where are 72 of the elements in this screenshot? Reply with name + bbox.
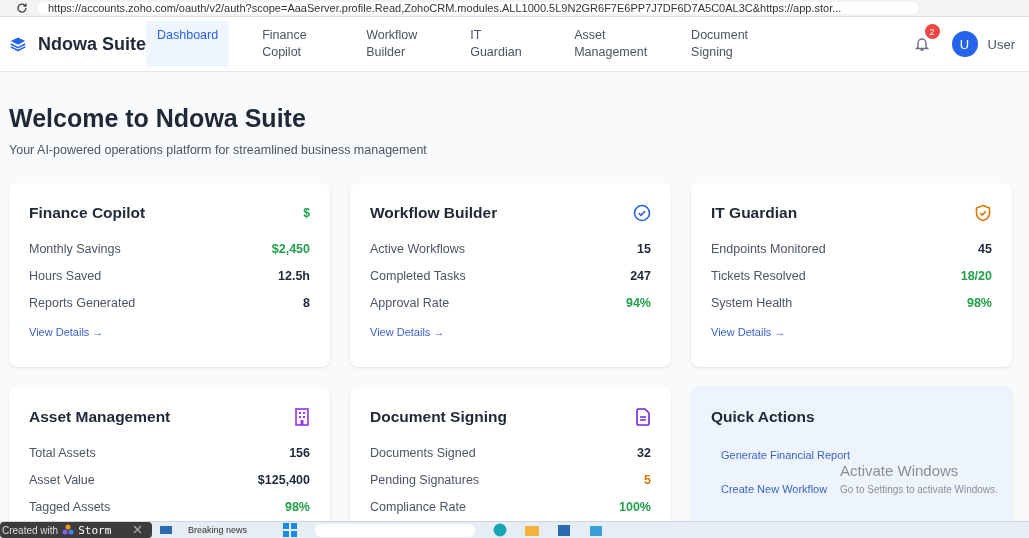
- view-details-link[interactable]: View Details →: [29, 326, 104, 338]
- star-logo-icon: [62, 524, 75, 536]
- stat-value: 15: [637, 241, 651, 256]
- news-widget[interactable]: Breaking news: [188, 525, 248, 535]
- stat-label: Pending Signatures: [370, 472, 480, 487]
- card-title: Workflow Builder: [370, 204, 498, 222]
- stat-label: Total Assets: [29, 445, 96, 460]
- card-title: Finance Copilot: [29, 204, 146, 222]
- stat-label: Asset Value: [29, 472, 95, 487]
- stat-value: 18/20: [960, 268, 992, 283]
- stat-value: 5: [644, 472, 651, 487]
- activation-notice-text: Go to Settings to activate Windows.: [840, 484, 998, 495]
- stat-value: 45: [978, 241, 992, 256]
- shield-icon: [974, 204, 992, 222]
- stat-label: Reports Generated: [29, 295, 136, 310]
- stat-label: Active Workflows: [370, 241, 465, 256]
- stat-label: Approval Rate: [370, 295, 450, 310]
- card-title: Document Signing: [370, 408, 507, 426]
- stat-label: Tagged Assets: [29, 499, 111, 514]
- page-subtitle: Your AI-powered operations platform for streamlined business management: [9, 143, 428, 157]
- toast-brand: Storm: [78, 523, 112, 537]
- nav-tab[interactable]: Finance Copilot: [251, 21, 334, 67]
- stat-label: Tickets Resolved: [711, 268, 806, 283]
- browser-icon[interactable]: [493, 523, 508, 537]
- stat-value: 100%: [619, 499, 651, 514]
- user-name: User: [987, 36, 1015, 52]
- stat-value: 32: [637, 445, 651, 460]
- stat-value: 98%: [284, 499, 310, 514]
- stat-value: 94%: [625, 295, 651, 310]
- stat-value: $125,400: [257, 472, 310, 487]
- stat-value: 12.5h: [278, 268, 310, 283]
- card-title: Quick Actions: [711, 408, 815, 426]
- stat-value: $2,450: [271, 241, 310, 256]
- stat-value: 247: [630, 268, 651, 283]
- stat-value: 8: [303, 295, 310, 310]
- quick-action-link[interactable]: Generate Financial Report: [721, 449, 850, 461]
- app-icon[interactable]: [557, 523, 572, 537]
- dollar-icon: $: [303, 206, 310, 220]
- nav-tab[interactable]: Document Signing: [680, 21, 763, 67]
- stat-label: Compliance Rate: [370, 499, 466, 514]
- address-bar[interactable]: https://accounts.zoho.com/oauth/v2/auth?scope=AaaServer.profile.Read,ZohoCRM.modules.ALL1000.5L9N2GR6F7E6PP7J7DF6D7A5C0AL3C&https://app.stor...: [38, 2, 918, 14]
- notification-badge: 2: [924, 24, 940, 39]
- stat-value: 156: [289, 445, 310, 460]
- stat-value: 98%: [966, 295, 992, 310]
- stat-label: Documents Signed: [370, 445, 476, 460]
- nav-tab[interactable]: Workflow Builder: [355, 21, 438, 67]
- stat-label: Completed Tasks: [370, 268, 466, 283]
- app-icon[interactable]: [589, 523, 604, 537]
- start-icon[interactable]: [283, 523, 298, 537]
- nav-tab[interactable]: Dashboard: [146, 21, 230, 67]
- card-title: Asset Management: [29, 408, 171, 426]
- quick-action-link[interactable]: Create New Workflow: [721, 483, 828, 495]
- toast-text: Created with: [2, 524, 59, 536]
- stat-label: System Health: [711, 295, 793, 310]
- stat-label: Endpoints Monitored: [711, 241, 826, 256]
- check-circle-icon: [633, 204, 651, 222]
- building-icon: [294, 408, 310, 426]
- card-title: IT Guardian: [711, 204, 798, 222]
- view-details-link[interactable]: View Details →: [370, 326, 445, 338]
- app-name: Ndowa Suite: [38, 33, 146, 55]
- activation-notice-title: Activate Windows: [840, 462, 960, 479]
- news-icon[interactable]: [160, 525, 172, 535]
- stat-label: Monthly Savings: [29, 241, 121, 256]
- stat-label: Hours Saved: [29, 268, 102, 283]
- view-details-link[interactable]: View Details →: [711, 326, 786, 338]
- reload-icon[interactable]: [16, 2, 28, 14]
- nav-tab[interactable]: IT Guardian: [459, 21, 542, 67]
- user-avatar[interactable]: U: [951, 31, 978, 57]
- bell-icon[interactable]: [914, 36, 929, 52]
- page-title: Welcome to Ndowa Suite: [9, 104, 307, 133]
- document-icon: [635, 408, 651, 426]
- nav-tab[interactable]: Asset Management: [563, 21, 659, 67]
